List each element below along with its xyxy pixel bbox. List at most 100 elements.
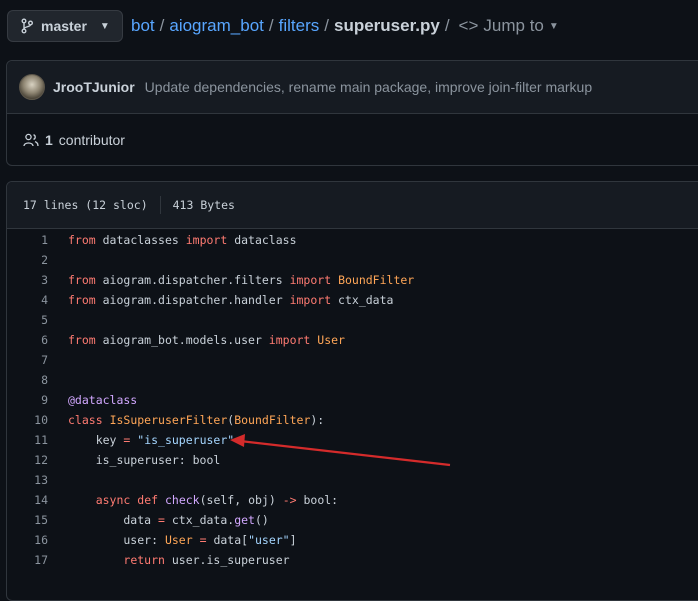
- code-line: 8: [7, 370, 698, 390]
- code-token: import: [289, 293, 332, 307]
- branch-name: master: [41, 18, 87, 34]
- code-line: 7: [7, 350, 698, 370]
- avatar[interactable]: [19, 74, 45, 100]
- code-line: 4 from aiogram.dispatcher.handler import …: [7, 290, 698, 310]
- code-line: 1 from dataclasses import dataclass: [7, 230, 698, 250]
- line-number[interactable]: 4: [7, 293, 68, 307]
- code-line: 10 class IsSuperuserFilter(BoundFilter):: [7, 410, 698, 430]
- chevron-down-icon: ▼: [548, 20, 559, 32]
- breadcrumb-segment-link[interactable]: aiogram_bot: [169, 16, 264, 36]
- git-branch-icon: [21, 18, 33, 34]
- code-token: import: [185, 233, 228, 247]
- code-token: (self, obj): [199, 493, 283, 507]
- code-token: aiogram.dispatcher.handler: [95, 293, 290, 307]
- line-number[interactable]: 15: [7, 513, 68, 527]
- branch-select-button[interactable]: master ▼: [7, 10, 123, 42]
- breadcrumb-file-name: superuser.py: [333, 16, 440, 35]
- code-token: BoundFilter: [234, 413, 311, 427]
- code-line: 11 key = "is_superuser": [7, 430, 698, 450]
- file-size: 413 Bytes: [172, 198, 235, 212]
- line-number[interactable]: 8: [7, 373, 68, 387]
- code-token: async: [95, 493, 131, 507]
- jump-to-button[interactable]: <> Jump to ▼: [459, 16, 559, 36]
- code-token: aiogram.dispatcher.filters: [95, 273, 290, 287]
- code-text: from aiogram.dispatcher.filters import B…: [68, 273, 414, 287]
- breadcrumb-separator: /: [324, 16, 329, 35]
- code-token: user:: [68, 533, 165, 547]
- code-line: 15 data = ctx_data.get(): [7, 510, 698, 530]
- code-text: from dataclasses import dataclass: [68, 233, 297, 247]
- code-token: ctx_data: [331, 293, 394, 307]
- code-token: ->: [282, 493, 297, 507]
- line-number[interactable]: 5: [7, 313, 68, 327]
- code-token: get: [234, 513, 255, 527]
- line-number[interactable]: 9: [7, 393, 68, 407]
- code-line: 6 from aiogram_bot.models.user import Use…: [7, 330, 698, 350]
- code-token: "user": [248, 533, 290, 547]
- line-number[interactable]: 10: [7, 413, 68, 427]
- code-token: ):: [310, 413, 325, 427]
- code-line: 14 async def check(self, obj) -> bool:: [7, 490, 698, 510]
- contributors-row[interactable]: 1 contributor: [7, 114, 698, 166]
- code-text: key = "is_superuser": [68, 433, 235, 447]
- line-number[interactable]: 13: [7, 473, 68, 487]
- contributor-label: contributor: [58, 132, 125, 148]
- code-token: =: [158, 513, 165, 527]
- code-token: check: [164, 493, 200, 507]
- code-brackets-icon: <>: [458, 16, 479, 35]
- breadcrumb-segment-link[interactable]: filters: [279, 16, 320, 36]
- breadcrumb-separator: /: [444, 16, 450, 35]
- code-text: return user.is_superuser: [68, 553, 289, 567]
- line-number[interactable]: 16: [7, 533, 68, 547]
- code-line: 12 is_superuser: bool: [7, 450, 698, 470]
- code-text: @dataclass: [68, 393, 137, 407]
- code-line: 5: [7, 310, 698, 330]
- line-number[interactable]: 1: [7, 233, 68, 247]
- breadcrumb-separator: /: [268, 16, 274, 35]
- code-token: dataclass: [227, 233, 297, 247]
- line-number[interactable]: 14: [7, 493, 68, 507]
- line-number[interactable]: 11: [7, 433, 68, 447]
- line-number[interactable]: 6: [7, 333, 68, 347]
- contributor-count: 1: [45, 132, 53, 148]
- code-token: User: [164, 533, 193, 547]
- code-token: User: [317, 333, 345, 347]
- file-viewer: 17 lines (12 sloc) 413 Bytes 1 from datac…: [6, 181, 698, 601]
- code-token: return: [123, 553, 165, 567]
- code-token: from: [68, 333, 96, 347]
- code-text: from aiogram.dispatcher.handler import c…: [68, 293, 393, 307]
- line-number[interactable]: 2: [7, 253, 68, 267]
- code-token: from: [68, 273, 96, 287]
- code-token: from: [68, 233, 96, 247]
- breadcrumb-repo-link[interactable]: bot: [131, 16, 155, 36]
- code-line: 16 user: User = data["user"]: [7, 530, 698, 550]
- code-line: 2: [7, 250, 698, 270]
- latest-commit-box: JrooTJunior Update dependencies, rename …: [6, 60, 698, 166]
- commit-author-link[interactable]: JrooTJunior: [53, 79, 135, 95]
- code-line: 17 return user.is_superuser: [7, 550, 698, 570]
- line-number[interactable]: 7: [7, 353, 68, 367]
- code-token: import: [289, 273, 332, 287]
- code-token: data: [68, 513, 159, 527]
- file-line-count: 17 lines (12 sloc): [23, 198, 148, 212]
- file-info-header: 17 lines (12 sloc) 413 Bytes: [7, 182, 698, 229]
- code-token: @dataclass: [68, 393, 138, 407]
- commit-message-link[interactable]: Update dependencies, rename main package…: [145, 79, 592, 95]
- code-blob: 1 from dataclasses import dataclass 2 3 from…: [7, 229, 698, 570]
- code-token: "is_superuser": [137, 433, 235, 447]
- code-text: is_superuser: bool: [68, 453, 221, 467]
- code-token: data[: [206, 533, 249, 547]
- line-number[interactable]: 17: [7, 553, 68, 567]
- code-text: class IsSuperuserFilter(BoundFilter):: [68, 413, 324, 427]
- line-number[interactable]: 12: [7, 453, 68, 467]
- code-token: is_superuser: bool: [68, 453, 221, 467]
- code-token: dataclasses: [95, 233, 186, 247]
- line-number[interactable]: 3: [7, 273, 68, 287]
- code-line: 3 from aiogram.dispatcher.filters import …: [7, 270, 698, 290]
- code-text: from aiogram_bot.models.user import User: [68, 333, 345, 347]
- code-token: IsSuperuserFilter: [109, 413, 228, 427]
